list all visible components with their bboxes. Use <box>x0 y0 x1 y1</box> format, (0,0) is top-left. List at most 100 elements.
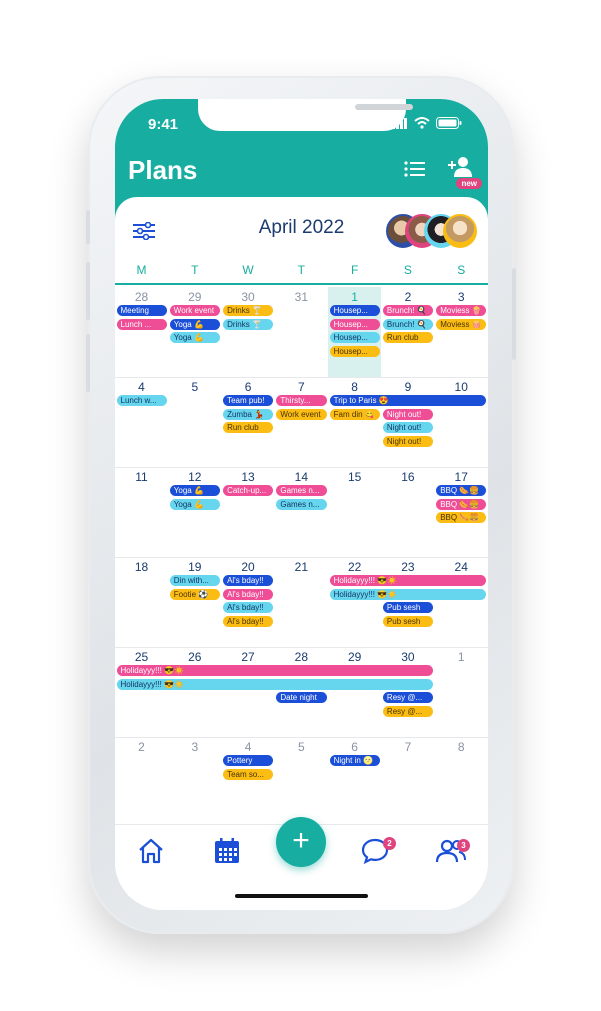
day-number[interactable]: 1 <box>435 650 488 664</box>
day-number[interactable]: 19 <box>168 560 221 574</box>
day-number[interactable]: 5 <box>275 740 328 754</box>
multi-day-event[interactable]: Holidayyy!!! 😎☀️ <box>329 588 487 600</box>
calendar-event[interactable]: Night in 🌝 <box>329 755 380 766</box>
day-number[interactable]: 28 <box>275 650 328 664</box>
day-number[interactable]: 17 <box>435 470 488 484</box>
day-number[interactable]: 25 <box>115 650 168 664</box>
day-number[interactable]: 8 <box>435 740 488 754</box>
day-number[interactable]: 4 <box>115 380 168 394</box>
calendar-event[interactable]: Al's bday!! <box>223 575 274 586</box>
nav-calendar[interactable] <box>213 837 241 870</box>
calendar-event[interactable]: Brunch! 🍳 <box>382 318 434 330</box>
calendar-event[interactable]: Date night <box>276 692 327 704</box>
calendar-event[interactable]: Housep... <box>329 305 380 316</box>
calendar-event[interactable]: Pottery <box>223 755 274 766</box>
calendar-event[interactable]: Fam din 😋 <box>329 408 380 420</box>
day-number[interactable]: 6 <box>222 380 275 394</box>
calendar-event[interactable]: Al's bday!! <box>223 615 274 627</box>
day-number[interactable]: 15 <box>328 470 381 484</box>
calendar-event[interactable]: Lunch ... <box>116 318 167 330</box>
calendar-event[interactable]: Work event <box>276 408 327 420</box>
calendar-event[interactable]: BBQ 🌭🍔 <box>436 498 487 510</box>
day-number[interactable]: 1 <box>328 290 381 304</box>
multi-day-event[interactable]: Holidayyy!!! 😎☀️ <box>329 575 487 586</box>
calendar-event[interactable]: Team so... <box>223 768 274 780</box>
calendar-event[interactable]: Drinks 🍸 <box>223 305 274 316</box>
calendar-event[interactable]: Housep... <box>329 345 380 357</box>
calendar-event[interactable]: Run club <box>223 422 274 434</box>
calendar-event[interactable]: BBQ 🌭🍔 <box>436 485 487 496</box>
calendar-event[interactable]: Night out! <box>382 422 434 434</box>
list-view-button[interactable] <box>404 159 426 184</box>
calendar-event[interactable]: Housep... <box>329 318 380 330</box>
multi-day-event[interactable]: Trip to Paris 😍 <box>329 395 487 406</box>
calendar-event[interactable]: Lunch w... <box>116 395 167 406</box>
calendar-event[interactable]: Run club <box>382 332 434 344</box>
day-number[interactable]: 3 <box>168 740 221 754</box>
calendar-event[interactable]: Night out! <box>382 408 434 420</box>
day-number[interactable]: 10 <box>435 380 488 394</box>
nav-chat[interactable]: 2 <box>361 837 396 870</box>
calendar-event[interactable]: Catch-up... <box>223 485 274 496</box>
day-number[interactable]: 9 <box>381 380 434 394</box>
calendar-event[interactable]: Yoga 💪 <box>169 332 221 344</box>
day-number[interactable]: 24 <box>435 560 488 574</box>
nav-home[interactable] <box>137 837 165 870</box>
calendar-event[interactable]: Team pub! <box>223 395 274 406</box>
calendar-event[interactable]: Meeting <box>116 305 167 316</box>
calendar-event[interactable]: Games n... <box>276 485 327 496</box>
calendar-event[interactable]: Footie ⚽ <box>169 588 221 600</box>
day-number[interactable]: 29 <box>168 290 221 304</box>
calendar-event[interactable]: Games n... <box>276 498 327 510</box>
day-number[interactable]: 23 <box>381 560 434 574</box>
calendar-event[interactable]: Drinks 🍸 <box>223 318 274 330</box>
day-number[interactable]: 7 <box>275 380 328 394</box>
calendar-event[interactable]: Yoga 💪 <box>169 485 221 496</box>
calendar-event[interactable]: Brunch! 🍳 <box>382 305 434 316</box>
calendar-event[interactable]: Al's bday!! <box>223 588 274 600</box>
day-number[interactable]: 30 <box>381 650 434 664</box>
add-plan-button[interactable]: + <box>276 817 326 867</box>
day-number[interactable]: 20 <box>222 560 275 574</box>
day-number[interactable]: 2 <box>115 740 168 754</box>
calendar-event[interactable]: Al's bday!! <box>223 602 274 614</box>
calendar-event[interactable]: Resy @... <box>382 692 434 704</box>
calendar-event[interactable]: Moviess 🍿 <box>436 305 487 316</box>
day-number[interactable]: 14 <box>275 470 328 484</box>
calendar-event[interactable]: Pub sesh <box>382 602 434 614</box>
day-number[interactable]: 7 <box>381 740 434 754</box>
day-number[interactable]: 2 <box>381 290 434 304</box>
calendar-event[interactable]: BBQ 🌭🍔 <box>436 512 487 524</box>
day-number[interactable]: 5 <box>168 380 221 394</box>
calendar-event[interactable]: Work event <box>169 305 221 316</box>
day-number[interactable]: 29 <box>328 650 381 664</box>
group-avatars[interactable] <box>386 214 478 248</box>
day-number[interactable]: 8 <box>328 380 381 394</box>
day-number[interactable]: 13 <box>222 470 275 484</box>
day-number[interactable]: 30 <box>222 290 275 304</box>
calendar-event[interactable]: Pub sesh <box>382 615 434 627</box>
multi-day-event[interactable]: Holidayyy!!! 😎☀️ <box>116 665 434 676</box>
calendar-event[interactable]: Yoga 💪 <box>169 318 221 330</box>
day-number[interactable]: 4 <box>222 740 275 754</box>
day-number[interactable]: 31 <box>275 290 328 304</box>
day-number[interactable]: 22 <box>328 560 381 574</box>
calendar-event[interactable]: Din with... <box>169 575 221 586</box>
calendar-event[interactable]: Zumba 💃 <box>223 408 274 420</box>
day-number[interactable]: 3 <box>435 290 488 304</box>
day-number[interactable]: 12 <box>168 470 221 484</box>
calendar-event[interactable]: Thirsty... <box>276 395 327 406</box>
calendar-event[interactable]: Housep... <box>329 332 380 344</box>
day-number[interactable]: 26 <box>168 650 221 664</box>
calendar-event[interactable]: Moviess 🍿 <box>436 318 487 330</box>
day-number[interactable]: 28 <box>115 290 168 304</box>
day-number[interactable]: 21 <box>275 560 328 574</box>
nav-friends[interactable]: 3 <box>435 837 470 870</box>
day-number[interactable]: 11 <box>115 470 168 484</box>
multi-day-event[interactable]: Holidayyy!!! 😎☀️ <box>116 678 434 690</box>
day-number[interactable]: 6 <box>328 740 381 754</box>
calendar-event[interactable]: Resy @... <box>382 705 434 717</box>
day-number[interactable]: 18 <box>115 560 168 574</box>
calendar-event[interactable]: Night out! <box>382 435 434 447</box>
day-number[interactable]: 16 <box>381 470 434 484</box>
